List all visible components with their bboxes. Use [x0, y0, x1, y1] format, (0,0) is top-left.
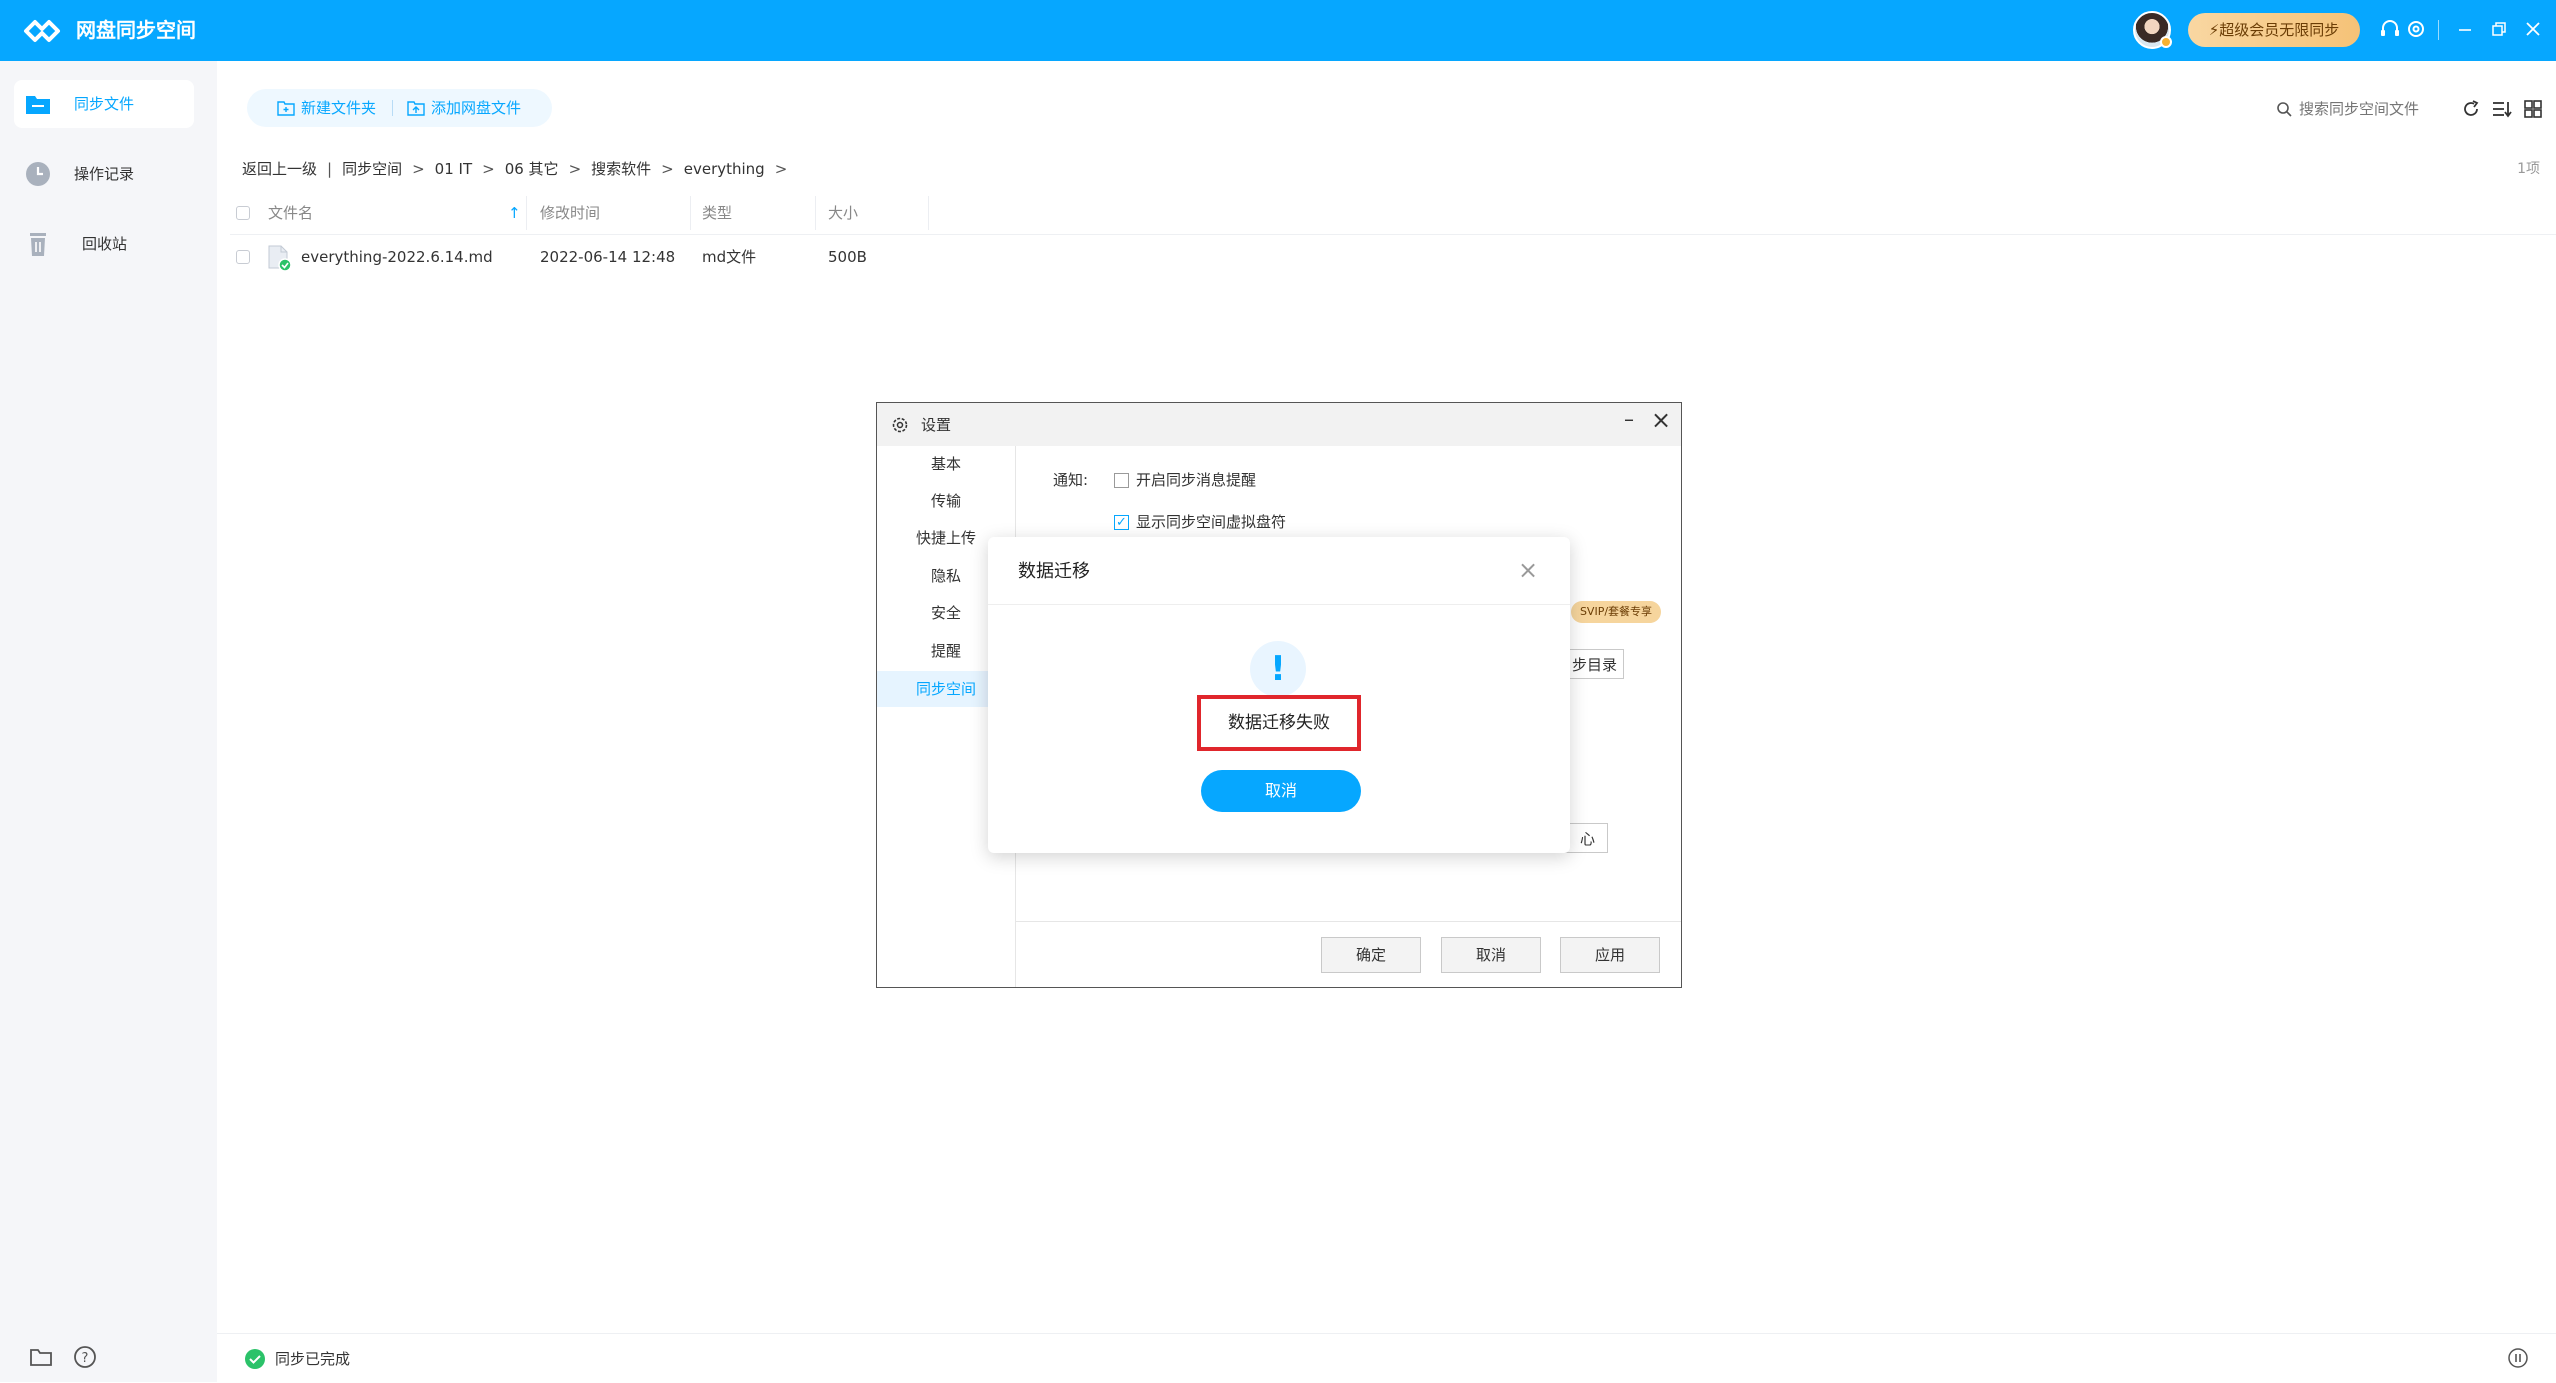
sidebar-item-label: 同步文件 — [74, 95, 135, 113]
gear-icon — [892, 417, 908, 433]
close-icon[interactable]: × — [1649, 407, 1673, 433]
svip-badge: SVIP/套餐专享 — [1571, 601, 1661, 623]
modal-message: 数据迁移失败 — [1228, 713, 1330, 733]
app-logo-icon — [24, 20, 60, 42]
file-type: md文件 — [702, 248, 757, 266]
error-highlight-box: 数据迁移失败 — [1197, 695, 1361, 751]
grid-view-icon[interactable] — [2522, 98, 2544, 120]
add-file-icon — [407, 101, 425, 116]
column-divider[interactable] — [928, 196, 929, 230]
toolbar: 新建文件夹 添加网盘文件 — [247, 89, 552, 127]
column-modified[interactable]: 修改时间 — [540, 196, 600, 234]
item-count: 1项 — [2517, 161, 2540, 177]
breadcrumb-item[interactable]: 06 其它 — [505, 158, 559, 180]
search-input[interactable] — [2299, 96, 2429, 122]
warning-icon: ! — [1250, 641, 1306, 697]
sort-icon[interactable] — [2491, 98, 2513, 120]
close-icon[interactable] — [2520, 16, 2546, 42]
status-bar: 同步已完成 — [217, 1333, 2556, 1383]
sidebar-item-label: 回收站 — [82, 235, 128, 253]
sync-complete-icon — [245, 1349, 265, 1369]
headset-icon[interactable] — [2377, 16, 2403, 42]
sidebar-item-label: 操作记录 — [74, 165, 135, 183]
table-row[interactable]: everything-2022.6.14.md 2022-06-14 12:48… — [230, 237, 2556, 277]
file-size: 500B — [828, 248, 867, 266]
settings-nav-transfer[interactable]: 传输 — [877, 483, 1015, 519]
file-modified: 2022-06-14 12:48 — [540, 248, 676, 266]
column-divider[interactable] — [690, 196, 691, 230]
folder-sync-icon — [26, 96, 50, 114]
row-checkbox[interactable] — [236, 250, 250, 264]
breadcrumb-item[interactable]: 搜索软件 — [591, 158, 651, 180]
vip-label: 超级会员无限同步 — [2219, 21, 2340, 39]
sidebar-item-sync-files[interactable]: 同步文件 — [14, 80, 194, 128]
titlebar-divider — [2438, 20, 2439, 40]
minimize-icon[interactable] — [2452, 16, 2478, 42]
sync-message-label: 开启同步消息提醒 — [1136, 471, 1257, 489]
migration-modal: 数据迁移 × ! 数据迁移失败 取消 — [988, 537, 1570, 853]
lightning-icon: ⚡ — [2208, 21, 2220, 39]
svg-text:?: ? — [82, 1351, 89, 1366]
toolbar-divider — [392, 100, 393, 116]
vip-upgrade-button[interactable]: ⚡超级会员无限同步 — [2188, 13, 2360, 47]
breadcrumb-separator: > — [568, 160, 582, 178]
show-drive-label: 显示同步空间虚拟盘符 — [1136, 513, 1287, 531]
apply-button[interactable]: 应用 — [1560, 937, 1660, 973]
title-bar: 网盘同步空间 ⚡超级会员无限同步 — [0, 0, 2556, 61]
breadcrumb-separator: > — [482, 160, 495, 178]
breadcrumb-item[interactable]: 01 IT — [435, 158, 472, 180]
breadcrumb-separator: > — [412, 160, 425, 178]
app-title: 网盘同步空间 — [76, 18, 196, 42]
clock-icon — [26, 162, 50, 186]
ok-button[interactable]: 确定 — [1321, 937, 1421, 973]
add-cloud-file-label: 添加网盘文件 — [431, 99, 522, 117]
breadcrumb-separator: > — [774, 160, 788, 178]
breadcrumb-back[interactable]: 返回上一级 — [242, 158, 317, 180]
column-divider[interactable] — [815, 196, 816, 230]
modal-cancel-button[interactable]: 取消 — [1201, 770, 1361, 812]
file-name[interactable]: everything-2022.6.14.md — [301, 237, 493, 277]
column-size[interactable]: 大小 — [828, 196, 858, 234]
modal-divider — [988, 604, 1570, 605]
settings-nav-basic[interactable]: 基本 — [877, 446, 1015, 482]
sync-status-text: 同步已完成 — [275, 1350, 351, 1368]
folder-icon[interactable] — [28, 1344, 54, 1370]
settings-title: 设置 — [921, 416, 952, 434]
sidebar-item-history[interactable]: 操作记录 — [14, 150, 194, 198]
notify-label: 通知: — [1053, 471, 1089, 489]
settings-title-bar: 设置 – × — [877, 403, 1681, 446]
minimize-icon[interactable]: – — [1617, 407, 1641, 431]
sidebar-item-recycle-bin[interactable]: 回收站 — [14, 220, 194, 268]
column-name[interactable]: 文件名 — [268, 196, 313, 234]
new-folder-label: 新建文件夹 — [301, 99, 377, 117]
file-synced-icon — [268, 245, 292, 272]
settings-footer-divider — [1016, 921, 1681, 922]
sort-ascending-icon[interactable]: ↑ — [508, 196, 521, 230]
breadcrumb-divider: | — [327, 160, 333, 178]
table-header: 文件名 ↑ 修改时间 类型 大小 — [230, 196, 2556, 235]
column-type[interactable]: 类型 — [702, 196, 732, 234]
refresh-icon[interactable] — [2460, 98, 2482, 120]
gear-icon[interactable] — [2403, 16, 2429, 42]
sidebar: 同步文件 操作记录 回收站 ? — [0, 61, 217, 1382]
show-drive-checkbox[interactable] — [1114, 512, 1129, 534]
sync-message-checkbox[interactable] — [1114, 473, 1129, 488]
select-all-checkbox[interactable] — [236, 206, 250, 220]
breadcrumb: 返回上一级 | 同步空间 >01 IT >06 其它 > 搜索软件 > everything > — [242, 158, 797, 180]
avatar-badge — [2160, 36, 2172, 48]
breadcrumb-separator: > — [661, 160, 674, 178]
cancel-button[interactable]: 取消 — [1441, 937, 1541, 973]
column-divider[interactable] — [526, 196, 527, 230]
search-icon — [2277, 102, 2292, 117]
close-icon[interactable]: × — [1515, 557, 1541, 583]
new-folder-icon — [277, 101, 295, 116]
search-box[interactable] — [2271, 96, 2431, 122]
restore-icon[interactable] — [2486, 16, 2512, 42]
modal-title: 数据迁移 — [1018, 561, 1090, 582]
help-icon[interactable]: ? — [72, 1344, 98, 1370]
breadcrumb-item[interactable]: 同步空间 — [342, 158, 402, 180]
pause-icon[interactable] — [2507, 1347, 2529, 1369]
trash-icon — [30, 233, 46, 256]
breadcrumb-item[interactable]: everything — [684, 158, 765, 180]
